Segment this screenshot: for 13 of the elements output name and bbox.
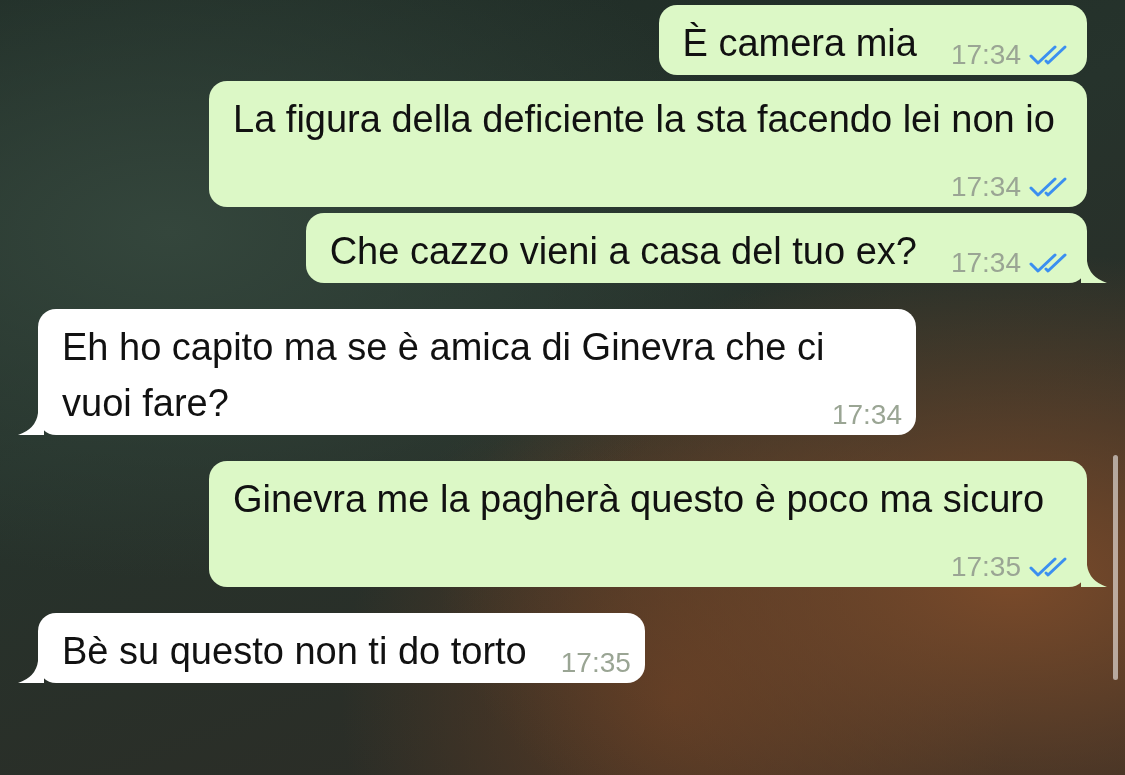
message-time: 17:35 <box>560 646 631 680</box>
message-text: Che cazzo vieni a casa del tuo ex? <box>329 230 917 272</box>
message-time: 17:34 <box>831 398 902 432</box>
message-text: Bè su questo non ti do torto <box>62 630 527 672</box>
message-time: 17:34 <box>950 170 1021 204</box>
scrollbar[interactable] <box>1113 455 1118 680</box>
message-text: Eh ho capito ma se è amica di Ginevra che ci vuoi fare? <box>62 326 825 424</box>
message-text: È camera mia <box>682 22 917 64</box>
message-time: 17:35 <box>950 550 1021 584</box>
message-time: 17:34 <box>950 38 1021 72</box>
message-text: Ginevra me la pagherà questo è poco ma sicuro <box>233 478 1045 520</box>
message-text: La figura della deficiente la sta facendo lei non io <box>233 98 1055 140</box>
message-time: 17:34 <box>950 246 1021 280</box>
